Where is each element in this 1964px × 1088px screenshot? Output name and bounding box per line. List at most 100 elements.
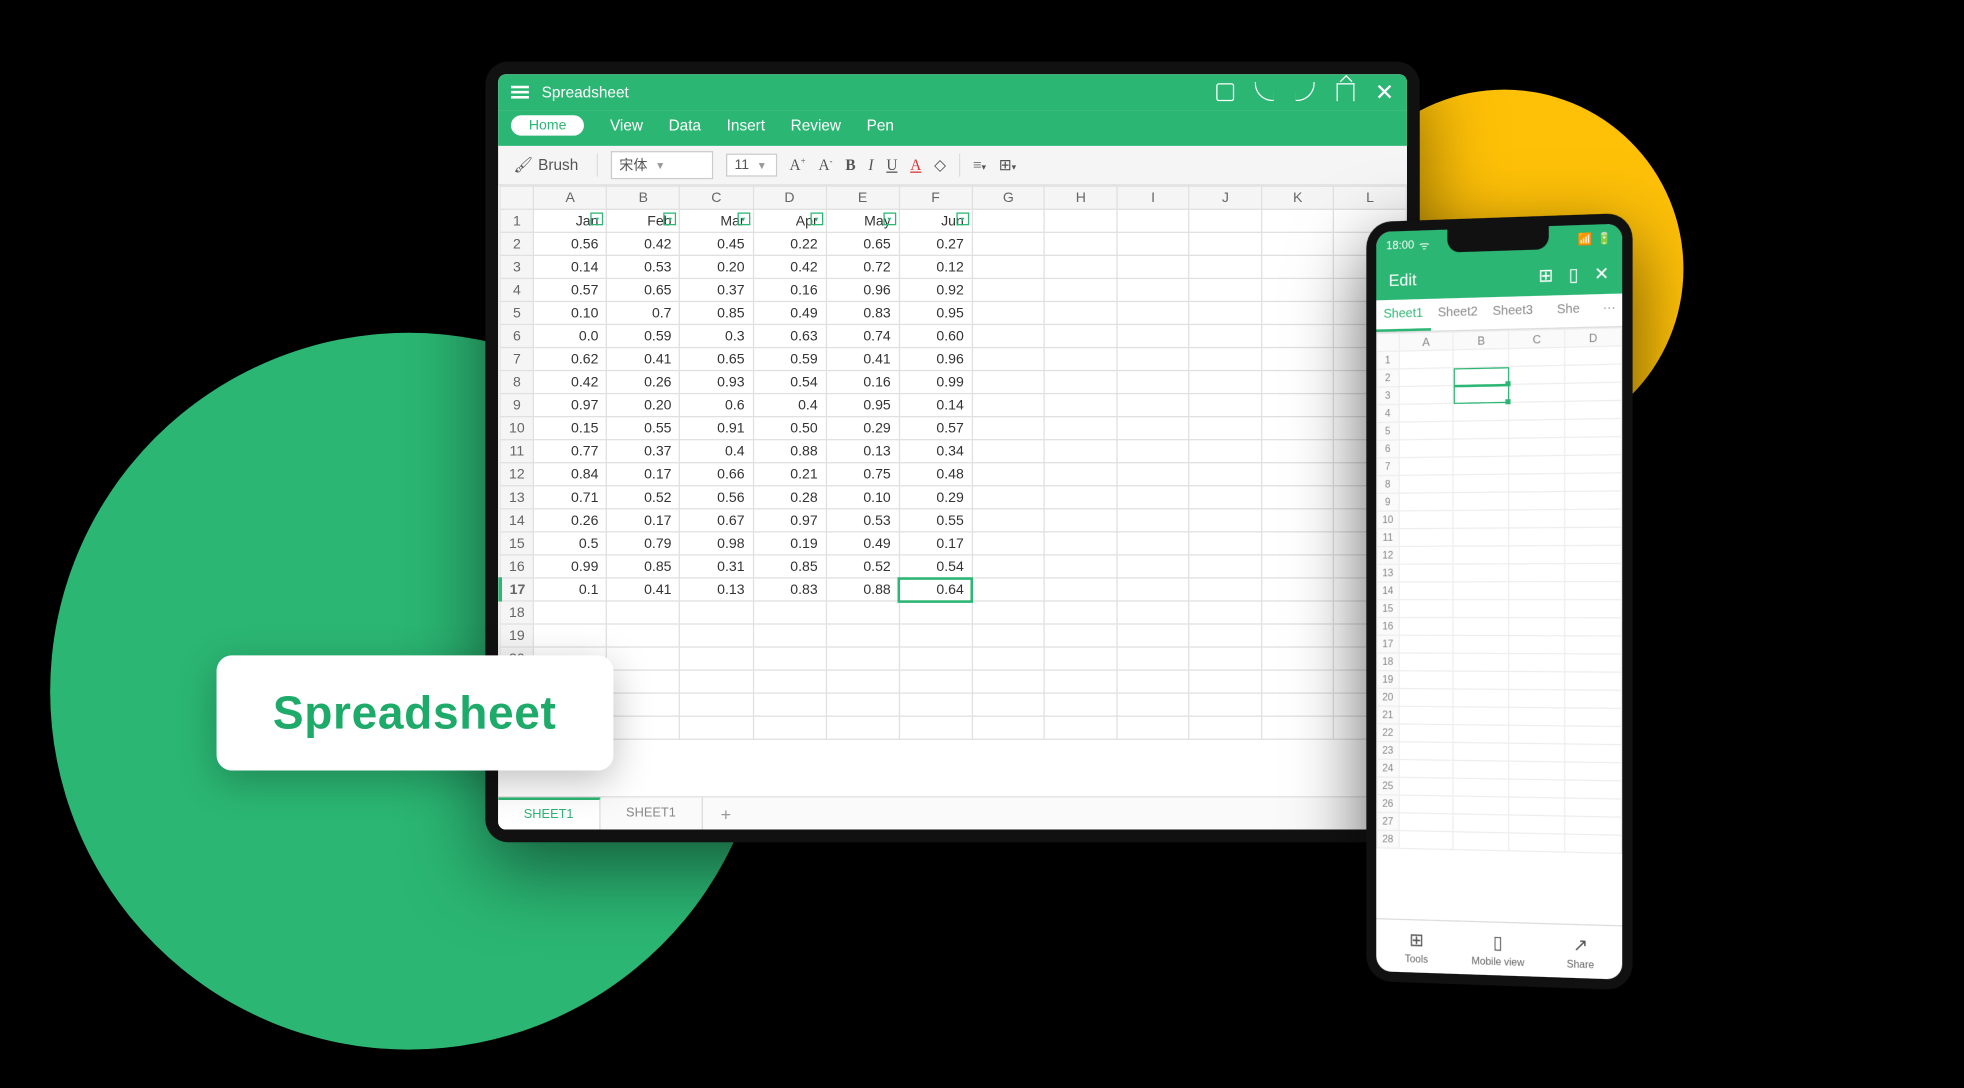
cell[interactable] xyxy=(1399,671,1454,689)
cell[interactable]: 0.0 xyxy=(534,324,607,347)
cell[interactable] xyxy=(1399,386,1454,405)
cell[interactable] xyxy=(1454,492,1509,510)
row-header[interactable]: 27 xyxy=(1377,812,1399,830)
cell[interactable]: 0.55 xyxy=(607,417,680,440)
cell[interactable] xyxy=(1565,762,1622,781)
column-header[interactable]: H xyxy=(1045,186,1117,209)
cell[interactable] xyxy=(1045,486,1117,509)
underline-icon[interactable]: U xyxy=(886,156,897,175)
cell[interactable] xyxy=(1565,708,1622,727)
cell[interactable] xyxy=(1454,474,1509,492)
cell[interactable] xyxy=(1565,582,1622,600)
cell[interactable] xyxy=(1454,832,1509,851)
cell[interactable] xyxy=(972,209,1044,232)
cell[interactable] xyxy=(899,670,972,693)
cell[interactable] xyxy=(1509,600,1565,618)
cell[interactable] xyxy=(1454,618,1509,636)
cell[interactable]: 0.97 xyxy=(534,394,607,417)
cell[interactable]: 0.17 xyxy=(607,509,680,532)
cell[interactable]: 0.95 xyxy=(899,301,972,324)
cell[interactable] xyxy=(1454,707,1509,725)
cell[interactable] xyxy=(1045,371,1117,394)
cell[interactable] xyxy=(1454,438,1509,457)
cell[interactable]: 0.88 xyxy=(826,578,899,601)
row-header[interactable]: 25 xyxy=(1377,777,1399,795)
cell[interactable] xyxy=(1117,463,1189,486)
cell[interactable]: 0.10 xyxy=(534,301,607,324)
tab-insert[interactable]: Insert xyxy=(727,116,765,134)
cell[interactable] xyxy=(1045,301,1117,324)
cell[interactable] xyxy=(1189,624,1261,647)
cell[interactable] xyxy=(1509,761,1565,780)
row-header[interactable]: 4 xyxy=(1377,404,1399,422)
row-header[interactable]: 12 xyxy=(500,463,534,486)
cell[interactable] xyxy=(1117,394,1189,417)
cell[interactable] xyxy=(1262,371,1334,394)
menu-icon[interactable] xyxy=(511,86,529,99)
cell[interactable]: 0.20 xyxy=(680,255,753,278)
cell[interactable] xyxy=(1189,324,1261,347)
cell[interactable] xyxy=(1045,324,1117,347)
cell[interactable] xyxy=(1262,232,1334,255)
cell[interactable] xyxy=(1399,653,1454,671)
cell[interactable] xyxy=(753,693,826,716)
cell[interactable] xyxy=(680,601,753,624)
cell[interactable] xyxy=(1399,742,1454,761)
cell[interactable] xyxy=(1454,796,1509,815)
cell[interactable] xyxy=(1262,647,1334,670)
cell[interactable] xyxy=(1509,689,1565,707)
cell[interactable] xyxy=(1399,439,1454,458)
cell[interactable]: 0.13 xyxy=(680,578,753,601)
cell[interactable] xyxy=(534,601,607,624)
cell[interactable] xyxy=(972,670,1044,693)
cell[interactable] xyxy=(899,716,972,739)
cell[interactable] xyxy=(1509,564,1565,582)
row-header[interactable]: 24 xyxy=(1377,759,1399,777)
cell[interactable] xyxy=(680,716,753,739)
cell[interactable] xyxy=(1262,578,1334,601)
cell[interactable] xyxy=(1045,532,1117,555)
cell[interactable] xyxy=(1454,456,1509,475)
fill-color-icon[interactable]: ◇ xyxy=(934,156,946,175)
cell[interactable] xyxy=(1117,440,1189,463)
cell[interactable] xyxy=(1117,232,1189,255)
cell[interactable] xyxy=(1399,760,1454,779)
row-header[interactable]: 7 xyxy=(500,348,534,371)
cell[interactable] xyxy=(1565,726,1622,745)
cell[interactable] xyxy=(1189,278,1261,301)
cell[interactable] xyxy=(1509,582,1565,600)
cell[interactable]: 0.65 xyxy=(680,348,753,371)
cell[interactable] xyxy=(1509,636,1565,654)
row-header[interactable]: 18 xyxy=(1377,653,1399,671)
cell[interactable] xyxy=(1045,394,1117,417)
cell[interactable]: 0.79 xyxy=(607,532,680,555)
row-header[interactable]: 17 xyxy=(500,578,534,601)
cell[interactable] xyxy=(1045,417,1117,440)
cell[interactable] xyxy=(1045,509,1117,532)
cell[interactable]: 0.95 xyxy=(826,394,899,417)
cell[interactable]: 0.93 xyxy=(680,371,753,394)
cell[interactable] xyxy=(1117,209,1189,232)
column-header[interactable]: C xyxy=(1509,329,1565,348)
cell[interactable] xyxy=(826,624,899,647)
cell[interactable] xyxy=(1509,833,1565,852)
cell[interactable]: 0.66 xyxy=(680,463,753,486)
cell[interactable] xyxy=(1262,693,1334,716)
cell[interactable] xyxy=(1509,473,1565,492)
cell[interactable] xyxy=(1262,624,1334,647)
cell[interactable] xyxy=(1189,417,1261,440)
cell[interactable] xyxy=(1189,532,1261,555)
cell[interactable] xyxy=(1045,624,1117,647)
cell[interactable] xyxy=(607,601,680,624)
cell[interactable] xyxy=(972,301,1044,324)
cell[interactable] xyxy=(972,348,1044,371)
phone-sheet-tab[interactable]: Sheet3 xyxy=(1485,296,1540,330)
share-button[interactable]: ↗ Share xyxy=(1539,924,1622,980)
cell[interactable] xyxy=(1399,546,1454,564)
row-header[interactable]: 15 xyxy=(500,532,534,555)
cell[interactable]: 0.65 xyxy=(826,232,899,255)
cell[interactable] xyxy=(1509,797,1565,816)
row-header[interactable]: 16 xyxy=(1377,617,1399,635)
cell[interactable] xyxy=(1399,795,1454,814)
cell[interactable] xyxy=(1454,564,1509,582)
